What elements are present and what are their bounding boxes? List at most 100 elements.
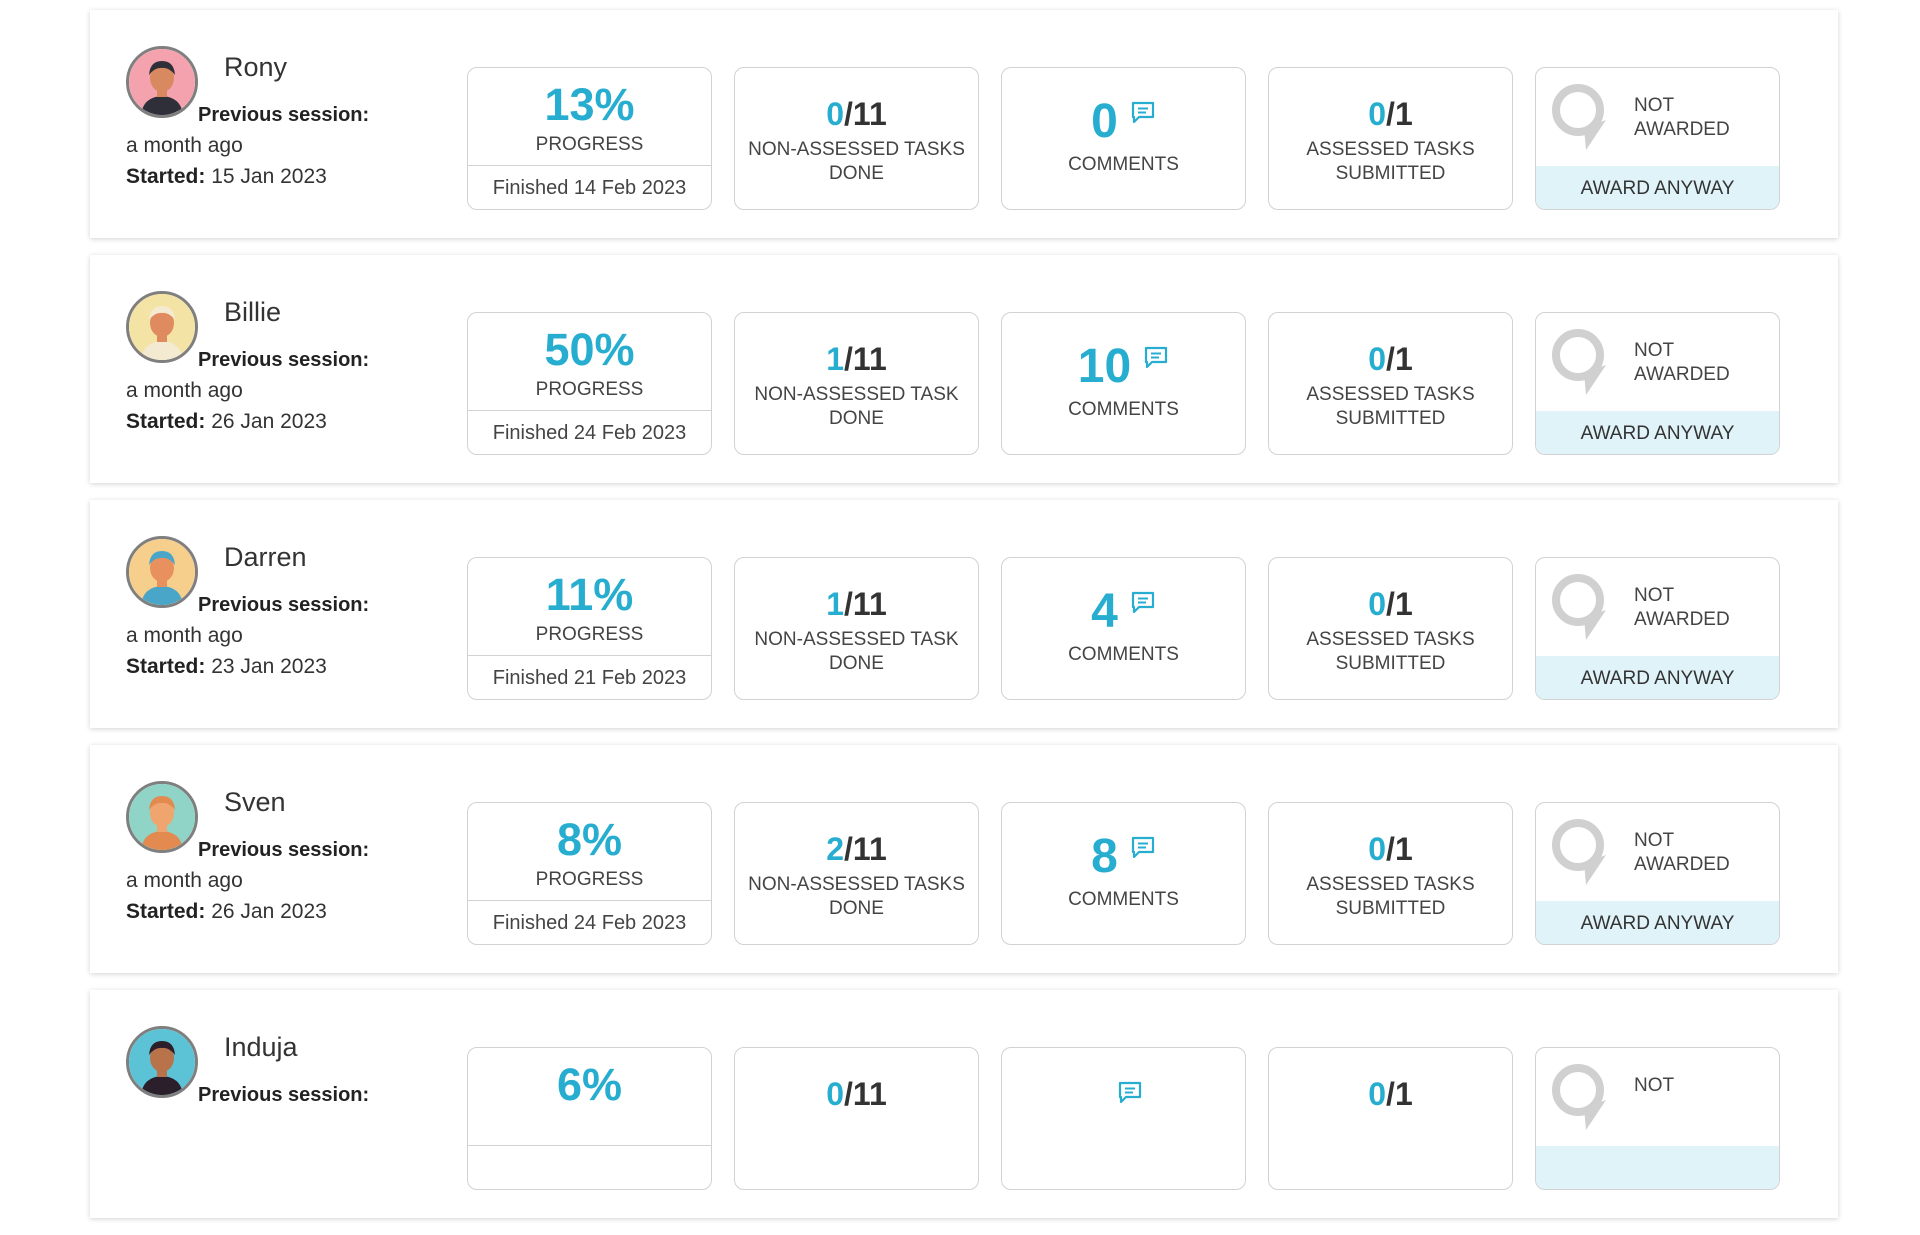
assessed-tasks-tile[interactable]: 0/1 ASSESSED TASKS SUBMITTED <box>1268 802 1513 945</box>
non-assessed-label: NON-ASSESSED TASKS DONE <box>748 139 965 184</box>
award-anyway-button[interactable]: AWARD ANYWAY <box>1536 901 1779 944</box>
comments-tile[interactable] <box>1001 1047 1246 1190</box>
award-status: NOT <box>1634 1074 1674 1098</box>
assessed-total: /1 <box>1386 831 1413 867</box>
started-line: Started: 26 Jan 2023 <box>126 410 327 434</box>
non-assessed-tasks-tile[interactable]: 0/11 <box>734 1047 979 1190</box>
non-assessed-tasks-tile[interactable]: 1/11 NON-ASSESSED TASK DONE <box>734 557 979 700</box>
started-label: Started: <box>126 410 206 433</box>
non-assessed-tasks-tile[interactable]: 0/11 NON-ASSESSED TASKS DONE <box>734 67 979 210</box>
comments-label: COMMENTS <box>1068 644 1179 665</box>
progress-tile: 50% PROGRESS Finished 24 Feb 2023 <box>467 312 712 455</box>
non-assessed-tasks-tile[interactable]: 2/11 NON-ASSESSED TASKS DONE <box>734 802 979 945</box>
bearded-man-avatar <box>126 46 198 118</box>
progress-value: 13% <box>544 79 635 130</box>
assessed-tasks-tile[interactable]: 0/1 <box>1268 1047 1513 1190</box>
progress-value: 11% <box>545 569 634 620</box>
started-date: 26 Jan 2023 <box>211 410 327 433</box>
student-name[interactable]: Billie <box>224 297 281 328</box>
non-assessed-done: 0 <box>826 1076 845 1112</box>
progress-label: PROGRESS <box>535 869 644 890</box>
assessed-done: 0 <box>1368 586 1387 622</box>
non-assessed-label: NON-ASSESSED TASK DONE <box>754 629 959 674</box>
progress-label: PROGRESS <box>535 379 644 400</box>
assessed-tasks-tile[interactable]: 0/1 ASSESSED TASKS SUBMITTED <box>1268 312 1513 455</box>
award-status: NOT AWARDED <box>1634 829 1730 877</box>
student-card: Darren Previous session: a month ago Sta… <box>90 500 1838 728</box>
comments-tile[interactable]: 4 COMMENTS <box>1001 557 1246 700</box>
assessed-label: ASSESSED TASKS SUBMITTED <box>1306 874 1475 919</box>
student-name[interactable]: Induja <box>224 1032 298 1063</box>
award-badge-icon <box>1548 570 1622 649</box>
progress-tile: 6% <box>467 1047 712 1190</box>
non-assessed-total: /11 <box>844 96 887 132</box>
student-card: Sven Previous session: a month ago Start… <box>90 745 1838 973</box>
previous-session-value: a month ago <box>126 379 243 402</box>
award-tile: NOT <box>1535 1047 1780 1190</box>
assessed-done: 0 <box>1368 831 1387 867</box>
progress-tile: 13% PROGRESS Finished 14 Feb 2023 <box>467 67 712 210</box>
non-assessed-total: /11 <box>844 341 887 377</box>
award-status-line-2: AWARDED <box>1634 119 1730 140</box>
assessed-tasks-tile[interactable]: 0/1 ASSESSED TASKS SUBMITTED <box>1268 557 1513 700</box>
started-line: Started: 23 Jan 2023 <box>126 655 327 679</box>
non-assessed-ratio: 1/11 <box>735 313 978 377</box>
comments-count: 4 <box>1091 585 1118 638</box>
non-assessed-done: 1 <box>826 586 845 622</box>
non-assessed-ratio: 0/11 <box>735 1048 978 1112</box>
assessed-ratio: 0/1 <box>1269 68 1512 132</box>
award-tile: NOT AWARDED AWARD ANYWAY <box>1535 67 1780 210</box>
previous-session-value: a month ago <box>126 624 243 647</box>
award-anyway-button[interactable] <box>1536 1146 1779 1189</box>
comment-icon <box>1130 586 1156 638</box>
award-anyway-button[interactable]: AWARD ANYWAY <box>1536 166 1779 209</box>
assessed-tasks-tile[interactable]: 0/1 ASSESSED TASKS SUBMITTED <box>1268 67 1513 210</box>
award-status-line-2: AWARDED <box>1634 609 1730 630</box>
blonde-woman-avatar <box>126 291 198 363</box>
assessed-total: /1 <box>1386 586 1413 622</box>
comments-tile[interactable]: 10 COMMENTS <box>1001 312 1246 455</box>
previous-session-label: Previous session: <box>198 349 370 371</box>
progress-finished-date: Finished 24 Feb 2023 <box>492 912 687 934</box>
progress-label: PROGRESS <box>535 624 644 645</box>
started-line: Started: 15 Jan 2023 <box>126 165 327 189</box>
student-name[interactable]: Rony <box>224 52 287 83</box>
non-assessed-done: 2 <box>826 831 845 867</box>
student-name[interactable]: Darren <box>224 542 307 573</box>
comment-icon <box>1130 831 1156 883</box>
dark-hair-woman-avatar <box>126 1026 198 1098</box>
award-status-line-2: AWARDED <box>1634 854 1730 875</box>
award-status: NOT AWARDED <box>1634 339 1730 387</box>
progress-finished-date: Finished 14 Feb 2023 <box>492 177 687 199</box>
progress-tile: 11% PROGRESS Finished 21 Feb 2023 <box>467 557 712 700</box>
assessed-total: /1 <box>1386 341 1413 377</box>
non-assessed-ratio: 1/11 <box>735 558 978 622</box>
assessed-ratio: 0/1 <box>1269 1048 1512 1112</box>
award-anyway-button[interactable]: AWARD ANYWAY <box>1536 656 1779 699</box>
non-assessed-done: 0 <box>826 96 845 132</box>
assessed-ratio: 0/1 <box>1269 803 1512 867</box>
comments-tile[interactable]: 0 COMMENTS <box>1001 67 1246 210</box>
award-status: NOT AWARDED <box>1634 94 1730 142</box>
award-anyway-button[interactable]: AWARD ANYWAY <box>1536 411 1779 454</box>
award-status-line-1: NOT <box>1634 585 1675 606</box>
comments-count: 0 <box>1091 95 1118 148</box>
assessed-done: 0 <box>1368 1076 1387 1112</box>
student-name[interactable]: Sven <box>224 787 286 818</box>
non-assessed-tasks-tile[interactable]: 1/11 NON-ASSESSED TASK DONE <box>734 312 979 455</box>
award-badge-icon <box>1548 325 1622 404</box>
non-assessed-total: /11 <box>844 586 887 622</box>
non-assessed-label: NON-ASSESSED TASK DONE <box>754 384 959 429</box>
non-assessed-ratio: 2/11 <box>735 803 978 867</box>
non-assessed-label: NON-ASSESSED TASKS DONE <box>748 874 965 919</box>
comments-label: COMMENTS <box>1068 889 1179 910</box>
award-status-line-1: NOT <box>1634 340 1675 361</box>
progress-finished-date: Finished 24 Feb 2023 <box>492 422 687 444</box>
award-status-line-2: AWARDED <box>1634 364 1730 385</box>
award-status-line-1: NOT <box>1634 830 1675 851</box>
comments-tile[interactable]: 8 COMMENTS <box>1001 802 1246 945</box>
assessed-ratio: 0/1 <box>1269 313 1512 377</box>
award-status-line-1: NOT <box>1634 1075 1675 1096</box>
previous-session-label: Previous session: <box>198 104 370 126</box>
student-card: Rony Previous session: a month ago Start… <box>90 10 1838 238</box>
